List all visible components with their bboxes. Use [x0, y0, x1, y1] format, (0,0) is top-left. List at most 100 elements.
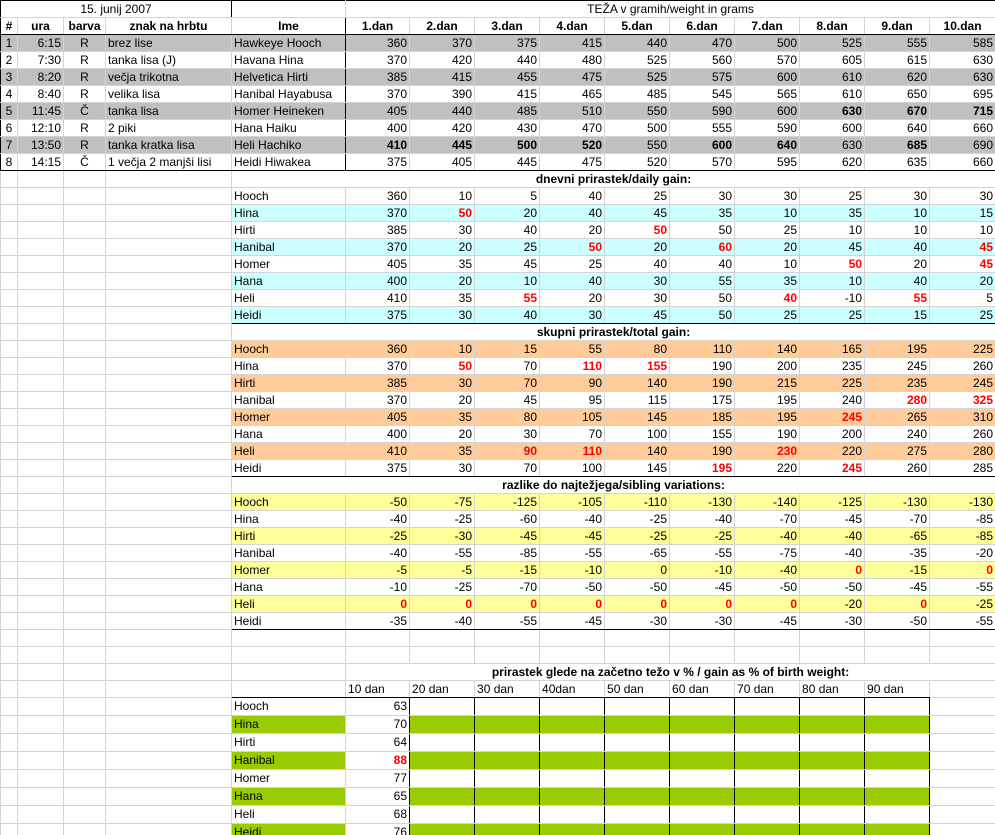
empty-cell[interactable]	[63, 323, 106, 341]
empty-cell[interactable]	[604, 629, 671, 647]
percent-column-header[interactable]: 70 dan	[734, 680, 801, 698]
value-cell[interactable]: 55	[669, 272, 736, 290]
empty-cell[interactable]	[17, 787, 64, 806]
empty-cell[interactable]	[104, 272, 233, 290]
percent-empty[interactable]	[474, 769, 541, 788]
empty-cell[interactable]	[0, 595, 18, 613]
value-cell[interactable]: 280	[929, 442, 995, 460]
value-cell[interactable]: 25	[799, 187, 866, 205]
empty-cell[interactable]	[929, 823, 995, 835]
value-cell[interactable]: -45	[474, 527, 541, 545]
color-cell[interactable]: R	[63, 119, 106, 137]
value-cell[interactable]: 30	[409, 306, 476, 324]
value-cell[interactable]: 190	[669, 442, 736, 460]
value-cell[interactable]: 115	[604, 391, 671, 409]
value-cell[interactable]: 195	[734, 391, 801, 409]
value-cell[interactable]: -45	[539, 612, 606, 630]
empty-cell[interactable]	[864, 629, 931, 647]
weight-cell[interactable]: 560	[669, 51, 736, 69]
percent-empty[interactable]	[864, 715, 931, 734]
weight-cell[interactable]: 670	[864, 102, 931, 120]
weight-cell[interactable]: 470	[539, 119, 606, 137]
value-cell[interactable]: 35	[734, 272, 801, 290]
empty-cell[interactable]	[104, 663, 233, 681]
empty-cell[interactable]	[17, 272, 64, 290]
weight-cell[interactable]: 605	[799, 51, 866, 69]
value-cell[interactable]: -60	[474, 510, 541, 528]
weight-cell[interactable]: 430	[474, 119, 541, 137]
empty-cell[interactable]	[104, 493, 233, 511]
name-cell[interactable]: Hooch	[231, 187, 347, 205]
percent-empty[interactable]	[539, 751, 606, 770]
empty-cell[interactable]	[104, 733, 233, 752]
empty-cell[interactable]	[104, 306, 233, 324]
value-cell[interactable]: -35	[864, 544, 931, 562]
percent-empty[interactable]	[864, 769, 931, 788]
column-header[interactable]: Ime	[231, 17, 347, 35]
column-header[interactable]: barva	[63, 17, 106, 35]
empty-cell[interactable]	[63, 391, 106, 409]
value-cell[interactable]: -40	[734, 561, 801, 579]
weight-cell[interactable]: 440	[474, 51, 541, 69]
weight-cell[interactable]: 525	[799, 34, 866, 52]
percent-value[interactable]: 65	[345, 787, 411, 806]
value-cell[interactable]: 70	[474, 459, 541, 477]
value-cell[interactable]: -65	[864, 527, 931, 545]
empty-cell[interactable]	[345, 629, 411, 647]
percent-empty[interactable]	[539, 697, 606, 716]
value-cell[interactable]: -55	[474, 612, 541, 630]
empty-cell[interactable]	[929, 733, 995, 752]
empty-cell[interactable]	[17, 595, 64, 613]
percent-empty[interactable]	[669, 805, 736, 824]
percent-value[interactable]: 77	[345, 769, 411, 788]
empty-cell[interactable]	[0, 493, 18, 511]
empty-cell[interactable]	[734, 646, 801, 664]
value-cell[interactable]: 30	[929, 187, 995, 205]
empty-cell[interactable]	[0, 272, 18, 290]
weight-cell[interactable]: 510	[539, 102, 606, 120]
name-cell[interactable]: Havana Hina	[231, 51, 347, 69]
percent-empty[interactable]	[474, 715, 541, 734]
value-cell[interactable]: 40	[734, 289, 801, 307]
percent-empty[interactable]	[409, 823, 476, 835]
empty-cell[interactable]	[104, 374, 233, 392]
value-cell[interactable]: 165	[799, 340, 866, 358]
empty-cell[interactable]	[104, 289, 233, 307]
empty-cell[interactable]	[929, 715, 995, 734]
empty-cell[interactable]	[63, 289, 106, 307]
empty-cell[interactable]	[104, 561, 233, 579]
value-cell[interactable]: 30	[669, 187, 736, 205]
value-cell[interactable]: 110	[539, 442, 606, 460]
row-number[interactable]: 3	[0, 68, 18, 86]
empty-cell[interactable]	[104, 425, 233, 443]
value-cell[interactable]: 20	[409, 425, 476, 443]
empty-cell[interactable]	[409, 646, 476, 664]
value-cell[interactable]: 20	[929, 272, 995, 290]
value-cell[interactable]: 405	[345, 408, 411, 426]
marking-cell[interactable]: brez lise	[104, 34, 233, 52]
weight-cell[interactable]: 550	[604, 136, 671, 154]
percent-empty[interactable]	[474, 805, 541, 824]
empty-cell[interactable]	[63, 823, 106, 835]
weight-cell[interactable]: 585	[929, 34, 995, 52]
value-cell[interactable]: 45	[474, 391, 541, 409]
value-cell[interactable]: -10	[345, 578, 411, 596]
value-cell[interactable]: 20	[474, 204, 541, 222]
empty-cell[interactable]	[539, 646, 606, 664]
value-cell[interactable]: 25	[539, 255, 606, 273]
value-cell[interactable]: -50	[345, 493, 411, 511]
value-cell[interactable]: -25	[669, 527, 736, 545]
value-cell[interactable]: 400	[345, 272, 411, 290]
percent-column-header[interactable]: 10 dan	[345, 680, 411, 698]
value-cell[interactable]: -30	[799, 612, 866, 630]
percent-empty[interactable]	[799, 751, 866, 770]
empty-cell[interactable]	[929, 646, 995, 664]
value-cell[interactable]: 35	[799, 204, 866, 222]
weight-cell[interactable]: 400	[345, 119, 411, 137]
percent-empty[interactable]	[604, 769, 671, 788]
value-cell[interactable]: 10	[929, 221, 995, 239]
weight-cell[interactable]: 685	[864, 136, 931, 154]
name-cell[interactable]: Heli	[231, 805, 347, 824]
percent-empty[interactable]	[604, 751, 671, 770]
empty-cell[interactable]	[231, 0, 347, 18]
